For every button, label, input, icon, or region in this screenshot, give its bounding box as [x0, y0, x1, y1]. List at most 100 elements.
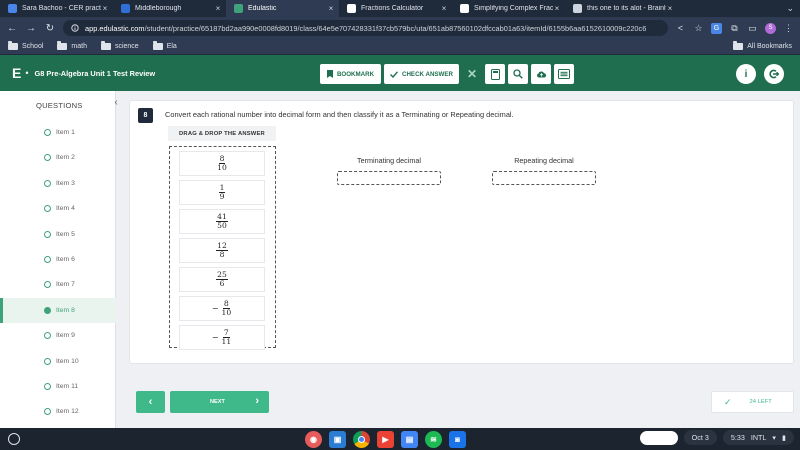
drag-drop-header: DRAG & DROP THE ANSWER [168, 126, 276, 141]
questions-left-indicator[interactable]: ✓ 24 LEFT [711, 391, 794, 413]
upload-button[interactable] [531, 64, 551, 84]
draggable-fraction-chip[interactable]: −7 11 [179, 325, 265, 350]
files-app-icon[interactable]: ▤ [401, 431, 418, 448]
checkmark-icon [390, 70, 398, 78]
camera-app-icon[interactable]: ◙ [449, 431, 466, 448]
bookmark-label: science [114, 43, 139, 50]
reload-icon[interactable]: ↻ [44, 22, 56, 34]
sidebar-question-item[interactable]: Item 12 [0, 399, 116, 424]
info-button[interactable]: i [736, 64, 756, 84]
forward-arrow-icon[interactable]: → [25, 22, 37, 34]
tab-close-icon[interactable]: × [327, 4, 335, 13]
sidebar-question-item[interactable]: Item 2 [0, 145, 116, 170]
fraction: 41 50 [216, 213, 228, 230]
status-circle-icon [44, 306, 51, 314]
bookmarks-bar: School math science Ela All Bookmarks [0, 39, 800, 55]
repeating-drop-zone[interactable] [492, 171, 596, 185]
site-info-icon[interactable] [71, 24, 79, 32]
bookmark-science[interactable]: science [100, 41, 139, 50]
browser-tab[interactable]: Fractions Calculator × [339, 0, 452, 17]
sidebar-item-label: Item 8 [56, 306, 75, 314]
sidebar-question-item[interactable]: Item 1 [0, 120, 116, 145]
sidebar-question-item[interactable]: Item 4 [0, 196, 116, 221]
browser-tab[interactable]: Middleborough × [113, 0, 226, 17]
back-arrow-icon[interactable]: ← [6, 22, 18, 34]
draggable-fraction-chip[interactable]: 41 50 [179, 209, 265, 234]
menu-kebab-icon[interactable]: ⋮ [783, 23, 794, 34]
zoom-button[interactable] [508, 64, 528, 84]
url-omnibox[interactable]: app.edulastic.com/student/practice/65187… [63, 20, 668, 36]
youtube-app-icon[interactable]: ▶ [377, 431, 394, 448]
collapse-sidebar-chevron-icon[interactable]: ‹ [110, 96, 122, 108]
next-button[interactable]: NEXT › [170, 391, 269, 413]
draggable-fraction-chip[interactable]: 25 6 [179, 267, 265, 292]
bookmark-math[interactable]: math [57, 41, 87, 50]
draggable-fraction-chip[interactable]: 12 8 [179, 238, 265, 263]
status-circle-icon [44, 230, 51, 238]
status-circle-icon [44, 332, 51, 340]
battery-icon: ▮ [782, 433, 786, 442]
tab-title: this one to its alot - Brainly [587, 5, 666, 12]
edulastic-logo: E [12, 65, 22, 81]
bookmark-school[interactable]: School [8, 41, 43, 50]
questions-sidebar: QUESTIONS Item 1 Item 2 Item 3 Item 4 Item 5… [0, 91, 116, 428]
status-circle-icon [44, 154, 51, 162]
url-text: app.edulastic.com/student/practice/65187… [85, 24, 660, 33]
app-icon-red[interactable]: ◉ [305, 431, 322, 448]
eliminate-choice-button[interactable]: ✕ [462, 64, 482, 84]
tote-pill[interactable] [639, 430, 678, 445]
sidebar-question-item[interactable]: Item 9 [0, 323, 116, 348]
draggable-fraction-chip[interactable]: 8 10 [179, 151, 265, 176]
tab-strip-controls: ⌄ [678, 0, 800, 17]
tab-favicon-icon [121, 4, 130, 13]
all-bookmarks[interactable]: All Bookmarks [733, 41, 792, 50]
input-method: INTL [750, 433, 767, 442]
profile-avatar-icon[interactable]: S [765, 22, 776, 34]
terminating-drop-zone[interactable] [337, 171, 441, 185]
browser-tab[interactable]: this one to its alot - Brainly × [565, 0, 678, 17]
sidebar-question-item[interactable]: Item 3 [0, 171, 116, 196]
date-display[interactable]: Oct 3 [683, 430, 717, 445]
previous-button[interactable]: ‹ [136, 391, 165, 413]
sidebar-question-item[interactable]: Item 10 [0, 349, 116, 374]
bookmark-ela[interactable]: Ela [152, 41, 177, 50]
tab-close-icon[interactable]: × [440, 4, 448, 13]
tab-close-icon[interactable]: × [214, 4, 222, 13]
answer-masking-button[interactable] [554, 64, 574, 84]
browser-tab[interactable]: Edulastic × [226, 0, 339, 17]
sidebar-question-item[interactable]: Item 5 [0, 222, 116, 247]
exit-button[interactable] [764, 64, 784, 84]
tab-search-icon[interactable]: ⌄ [786, 3, 794, 14]
browser-tab[interactable]: Simplifying Complex Fracti × [452, 0, 565, 17]
spotify-app-icon[interactable]: ≋ [425, 431, 442, 448]
sidebar-item-label: Item 6 [56, 256, 75, 263]
extensions-puzzle-icon[interactable]: ⧉ [729, 23, 740, 34]
sidebar-question-item[interactable]: Item 7 [0, 272, 116, 297]
share-icon[interactable]: < [675, 23, 686, 34]
tab-favicon-icon [460, 4, 469, 13]
app-header: E • G8 Pre-Algebra Unit 1 Test Review BO… [0, 55, 800, 91]
chrome-app-icon[interactable] [353, 431, 370, 448]
tab-close-icon[interactable]: × [666, 4, 674, 13]
calculator-button[interactable] [485, 64, 505, 84]
calculator-icon [490, 68, 500, 80]
sidebar-question-item[interactable]: Item 6 [0, 247, 116, 272]
tab-close-icon[interactable]: × [553, 4, 561, 13]
status-area[interactable]: 5:33 INTL ▾ ▮ [722, 430, 794, 445]
check-answer-button[interactable]: CHECK ANSWER [384, 64, 459, 84]
tab-title: Sara Bachoo - CER practice [22, 5, 101, 12]
system-tray: Oct 3 5:33 INTL ▾ ▮ [639, 430, 800, 445]
bookmark-button[interactable]: BOOKMARK [320, 64, 381, 84]
draggable-fraction-chip[interactable]: −8 10 [179, 296, 265, 321]
browser-tab[interactable]: Sara Bachoo - CER practice× [0, 0, 113, 17]
sidepanel-icon[interactable]: ▭ [747, 23, 758, 34]
sidebar-question-item[interactable]: Item 11 [0, 374, 116, 399]
extension-icon[interactable]: G [711, 22, 722, 34]
tab-close-icon[interactable]: × [101, 4, 109, 13]
classroom-app-icon[interactable]: ▣ [329, 431, 346, 448]
sidebar-question-item[interactable]: Item 8 [0, 297, 116, 323]
draggable-fraction-chip[interactable]: 19 [179, 180, 265, 205]
star-icon[interactable]: ☆ [693, 23, 704, 34]
logo-menu-dot-icon[interactable]: • [25, 68, 28, 78]
launcher-icon[interactable] [8, 433, 20, 445]
